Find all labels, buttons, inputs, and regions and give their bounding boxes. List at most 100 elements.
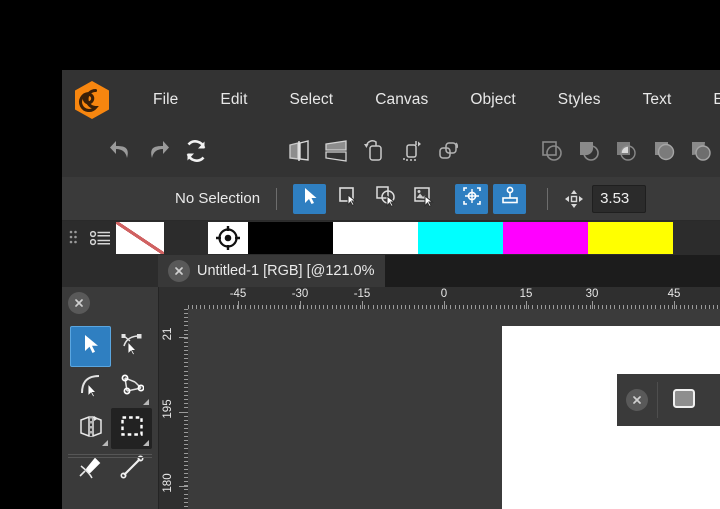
swatch-none[interactable] xyxy=(116,222,164,254)
undo-button[interactable] xyxy=(102,134,139,174)
affinity-hexagon-logo-icon[interactable] xyxy=(70,77,114,123)
drag-grip-icon[interactable] xyxy=(62,221,86,255)
ruler-corner[interactable] xyxy=(159,287,188,309)
swatch-bar xyxy=(62,221,720,255)
flip-horizontal-icon xyxy=(286,138,312,169)
canvas-area[interactable] xyxy=(188,309,720,509)
marquee-select-icon xyxy=(120,414,144,443)
flip-horizontal-button[interactable] xyxy=(280,134,317,174)
ruler-major-tick xyxy=(179,486,188,487)
swatch-cyan[interactable] xyxy=(418,222,503,254)
boolean-add-icon xyxy=(539,138,565,169)
redo-icon xyxy=(145,138,171,169)
ruler-major-tick xyxy=(444,301,445,309)
rotate-right-icon xyxy=(398,138,424,169)
transform-group-button[interactable] xyxy=(430,134,467,174)
ruler-major-tick xyxy=(674,301,675,309)
tool-more-indicator xyxy=(143,440,149,446)
rectangle-icon xyxy=(670,384,698,417)
swatch-yellow[interactable] xyxy=(588,222,673,254)
menu-object[interactable]: Object xyxy=(449,91,536,109)
context-toolbar: No Selection xyxy=(62,177,720,221)
shape-rounded-rectangle[interactable] xyxy=(710,374,720,426)
menu-edit[interactable]: Edit xyxy=(199,91,268,109)
perspective-button[interactable] xyxy=(318,134,355,174)
application-window: File Edit Select Canvas Object Styles Te… xyxy=(62,70,720,509)
menu-text[interactable]: Text xyxy=(622,91,693,109)
ruler-major-tick xyxy=(179,412,188,413)
node-tool-icon xyxy=(120,332,144,361)
menu-styles[interactable]: Styles xyxy=(537,91,622,109)
close-icon[interactable] xyxy=(168,260,190,282)
selection-status: No Selection xyxy=(175,190,260,207)
boolean-intersect-icon xyxy=(613,138,639,169)
boolean-combine-button[interactable] xyxy=(683,134,720,174)
ruler-label: 45 xyxy=(668,288,681,300)
swatch-picker[interactable] xyxy=(208,222,248,254)
tool-node[interactable] xyxy=(111,326,152,367)
boolean-intersect-button[interactable] xyxy=(608,134,645,174)
snap-to-grid-icon xyxy=(461,185,483,212)
ruler-major-tick xyxy=(526,301,527,309)
redo-button[interactable] xyxy=(140,134,177,174)
ruler-label: 0 xyxy=(441,288,447,300)
ruler-label: 195 xyxy=(162,394,174,424)
ruler-label: 21 xyxy=(162,319,174,349)
tool-group-divider xyxy=(68,454,152,460)
swatch-black[interactable] xyxy=(248,222,333,254)
vertical-ruler[interactable]: 21195180 xyxy=(159,309,188,509)
transform-group-icon xyxy=(436,138,462,169)
tool-point-transform[interactable] xyxy=(111,367,152,408)
tool-list xyxy=(70,326,152,490)
menu-file[interactable]: File xyxy=(132,91,199,109)
rotate-right-button[interactable] xyxy=(392,134,429,174)
boolean-combine-icon xyxy=(688,138,714,169)
select-rectangle-icon xyxy=(337,185,359,212)
tab-bar-spacer xyxy=(62,255,158,287)
menu-effects[interactable]: Effe xyxy=(692,91,720,109)
ctx-select-rectangle[interactable] xyxy=(331,184,364,214)
horizontal-ruler[interactable]: -45-30-150153045 xyxy=(188,287,720,309)
ruler-label: 15 xyxy=(520,288,533,300)
menu-items: File Edit Select Canvas Object Styles Te… xyxy=(132,70,720,130)
select-shapes-icon xyxy=(375,185,397,212)
rotate-left-icon xyxy=(361,138,387,169)
tool-marquee[interactable] xyxy=(111,408,152,449)
perspective-icon xyxy=(323,138,349,169)
ruler-major-tick xyxy=(300,301,301,309)
ctx-select-image[interactable] xyxy=(407,184,440,214)
main-toolbar xyxy=(62,130,720,177)
rotate-left-button[interactable] xyxy=(355,134,392,174)
boolean-divide-button[interactable] xyxy=(645,134,682,174)
ruler-major-tick xyxy=(238,301,239,309)
snap-to-object-icon xyxy=(499,185,521,212)
ctx-snap-object[interactable] xyxy=(493,184,526,214)
ruler-label: -15 xyxy=(354,288,371,300)
ctx-snap-grid[interactable] xyxy=(455,184,488,214)
nudge-distance-input[interactable]: 3.53 xyxy=(592,185,646,213)
refresh-button[interactable] xyxy=(177,134,214,174)
tool-move[interactable] xyxy=(70,326,111,367)
close-icon xyxy=(68,292,90,314)
ctx-select-shapes[interactable] xyxy=(369,184,402,214)
swatch-white[interactable] xyxy=(333,222,418,254)
menu-select[interactable]: Select xyxy=(269,91,355,109)
tool-mirror[interactable] xyxy=(70,408,111,449)
ctx-move-tool[interactable] xyxy=(293,184,326,214)
boolean-subtract-button[interactable] xyxy=(570,134,607,174)
tools-panel-close-button[interactable] xyxy=(68,292,90,314)
move-tool-icon xyxy=(300,186,320,211)
swatch-magenta[interactable] xyxy=(503,222,588,254)
menu-canvas[interactable]: Canvas xyxy=(354,91,449,109)
close-icon xyxy=(626,389,648,411)
tool-more-indicator xyxy=(102,440,108,446)
boolean-add-button[interactable] xyxy=(533,134,570,174)
screen: File Edit Select Canvas Object Styles Te… xyxy=(0,0,720,509)
shape-rectangle[interactable] xyxy=(658,374,710,426)
document-tab[interactable]: Untitled-1 [RGB] [@121.0% xyxy=(158,255,385,287)
float-panel-close-button[interactable] xyxy=(617,389,657,411)
ruler-label: -45 xyxy=(230,288,247,300)
undo-icon xyxy=(108,138,134,169)
tool-corner[interactable] xyxy=(70,367,111,408)
swatch-list-icon[interactable] xyxy=(86,221,116,255)
